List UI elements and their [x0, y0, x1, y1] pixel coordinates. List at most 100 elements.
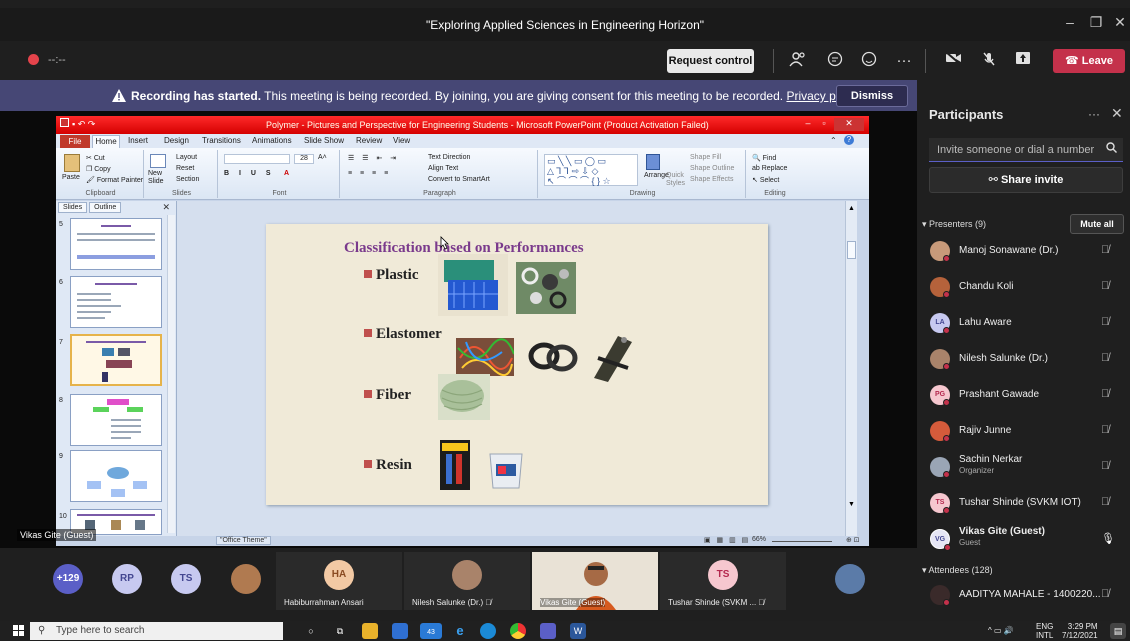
- avatar[interactable]: [835, 564, 865, 594]
- shapes-gallery[interactable]: ▭ ╲ ╲ ▭ ◯ ▭ △ ⅂ ⅂ ⇨ ⇩ ◇ ↖ ⌒ ⌒ ⌒ { } ☆: [544, 154, 638, 186]
- paste-icon[interactable]: [64, 154, 80, 172]
- quick-access-toolbar[interactable]: ▪ ↶ ↷: [60, 118, 95, 130]
- more-options-icon[interactable]: ···: [1088, 107, 1100, 121]
- scroll-thumb[interactable]: [847, 241, 856, 259]
- participant-row[interactable]: AADITYA MAHALE - 1400220... 🎙̸: [917, 578, 1130, 610]
- align-text-button[interactable]: Align Text: [428, 165, 458, 172]
- new-slide-icon[interactable]: [150, 154, 166, 168]
- participant-row[interactable]: Rajiv Junne 🎙̸: [917, 413, 1130, 449]
- participant-row[interactable]: LA Lahu Aware 🎙̸: [917, 305, 1130, 341]
- araldite-package-image[interactable]: [440, 440, 470, 490]
- plastic-parts-image[interactable]: [516, 262, 576, 314]
- font-name-field[interactable]: [224, 154, 290, 164]
- share-invite-button[interactable]: ⚯ Share invite: [929, 167, 1123, 193]
- quick-styles-button[interactable]: Quick Styles: [666, 172, 688, 188]
- file-explorer-icon[interactable]: [362, 623, 378, 639]
- camera-off-icon[interactable]: [943, 51, 965, 71]
- tab-home[interactable]: Home: [92, 135, 120, 148]
- cortana-icon[interactable]: ○: [303, 623, 319, 639]
- convert-smartart-button[interactable]: Convert to SmartArt: [428, 176, 490, 183]
- edge-legacy-icon[interactable]: e: [452, 623, 468, 639]
- fit-to-window-icon[interactable]: ⊕ ⊡: [846, 536, 860, 544]
- rubber-mount-image[interactable]: [588, 328, 638, 384]
- close-icon[interactable]: ✕: [1111, 105, 1123, 122]
- teams-icon[interactable]: [540, 623, 556, 639]
- tab-slide-show[interactable]: Slide Show: [304, 136, 344, 145]
- share-screen-icon[interactable]: [1012, 51, 1034, 71]
- font-size-field[interactable]: 28: [294, 154, 314, 164]
- scroll-down-icon[interactable]: ▼: [848, 501, 855, 508]
- avatar[interactable]: TS: [171, 564, 201, 594]
- invite-input[interactable]: Invite someone or dial a number: [929, 138, 1123, 162]
- slide-thumbnail[interactable]: [70, 218, 162, 270]
- dismiss-button[interactable]: Dismiss: [836, 85, 908, 107]
- rubber-bands-image[interactable]: [456, 338, 514, 376]
- save-icon[interactable]: ▪: [72, 119, 75, 129]
- section-button[interactable]: Section: [176, 176, 199, 183]
- maximize-button[interactable]: ❐: [1084, 14, 1108, 34]
- bullet-resin[interactable]: Resin: [364, 457, 412, 474]
- copy-button[interactable]: ❐ Copy: [86, 165, 111, 173]
- video-tile-active[interactable]: Vikas Gite (Guest): [532, 552, 658, 610]
- theme-name[interactable]: "Office Theme": [216, 536, 271, 545]
- find-button[interactable]: 🔍 Find: [752, 154, 776, 162]
- participant-row[interactable]: Nilesh Salunke (Dr.) 🎙̸: [917, 341, 1130, 377]
- edge-icon[interactable]: [480, 623, 496, 639]
- leave-button[interactable]: ☎ Leave: [1053, 49, 1125, 73]
- current-slide[interactable]: Classification based on Performances Pla…: [266, 224, 768, 505]
- close-panel-icon[interactable]: ✕: [162, 202, 170, 213]
- slide-thumbnail[interactable]: [70, 394, 162, 446]
- minimize-button[interactable]: –: [1058, 14, 1082, 34]
- align-buttons[interactable]: ≡ ≡ ≡ ≡: [348, 170, 391, 177]
- fiber-yarn-image[interactable]: [438, 374, 490, 420]
- participant-row[interactable]: Chandu Koli 🎙̸: [917, 269, 1130, 305]
- zoom-level[interactable]: 66%: [752, 536, 766, 543]
- notifications-icon[interactable]: ▤: [1110, 623, 1126, 639]
- presenters-section-header[interactable]: ▾ Presenters (9): [922, 219, 986, 230]
- grow-font-icon[interactable]: A˄: [318, 154, 327, 161]
- format-painter-button[interactable]: 🖌 Format Painter: [86, 176, 143, 184]
- slide-vertical-scrollbar[interactable]: ▲ ▼: [845, 201, 857, 536]
- video-tile[interactable]: HA Habiburrahman Ansari: [276, 552, 402, 610]
- more-options-icon[interactable]: ···: [893, 51, 915, 71]
- participant-row[interactable]: Sachin Nerkar Organizer 🎙̸: [917, 449, 1130, 485]
- ppt-maximize-icon[interactable]: ▫: [816, 118, 832, 131]
- slide-thumbnail[interactable]: [70, 276, 162, 328]
- video-tile[interactable]: Nilesh Salunke (Dr.) 🎙̸: [404, 552, 530, 610]
- slide-thumbnail-selected[interactable]: [70, 334, 162, 386]
- windows-start-icon[interactable]: [13, 625, 24, 639]
- bullet-fiber[interactable]: Fiber: [364, 387, 411, 404]
- plastic-baskets-image[interactable]: [438, 254, 508, 316]
- mail-icon[interactable]: 43: [420, 623, 442, 639]
- attendees-section-header[interactable]: ▾ Attendees (128): [922, 565, 993, 576]
- word-icon[interactable]: W: [570, 623, 586, 639]
- ppt-close-icon[interactable]: ✕: [834, 118, 864, 131]
- help-icon[interactable]: ?: [844, 135, 854, 145]
- paste-button[interactable]: Paste: [62, 174, 80, 181]
- system-tray-icons[interactable]: ^ ▭ 🔊: [988, 626, 1014, 635]
- resin-bucket-image[interactable]: [484, 446, 528, 492]
- slide-thumbnail[interactable]: [70, 450, 162, 502]
- bullet-elastomer[interactable]: Elastomer: [364, 326, 442, 343]
- avatar[interactable]: [231, 564, 261, 594]
- video-tile[interactable]: TS Tushar Shinde (SVKM ... 🎙̸: [660, 552, 786, 610]
- tab-insert[interactable]: Insert: [128, 136, 148, 145]
- arrange-icon[interactable]: [646, 154, 660, 170]
- tab-transitions[interactable]: Transitions: [202, 136, 241, 145]
- participant-row[interactable]: PG Prashant Gawade 🎙̸: [917, 377, 1130, 413]
- mute-all-button[interactable]: Mute all: [1070, 214, 1124, 234]
- participant-row[interactable]: VG Vikas Gite (Guest) Guest 🎙: [917, 521, 1130, 557]
- ribbon-collapse-icon[interactable]: ⌃: [830, 136, 837, 145]
- cut-button[interactable]: ✂ Cut: [86, 154, 105, 162]
- people-icon[interactable]: [787, 51, 809, 71]
- close-button[interactable]: ✕: [1108, 14, 1130, 34]
- avatar[interactable]: RP: [112, 564, 142, 594]
- tab-slides[interactable]: Slides: [58, 202, 88, 213]
- tab-design[interactable]: Design: [164, 136, 189, 145]
- text-direction-button[interactable]: Text Direction: [428, 154, 470, 161]
- store-icon[interactable]: [392, 623, 408, 639]
- view-buttons[interactable]: ▣ ▦ ▥ ▤: [704, 536, 750, 544]
- rubber-seals-image[interactable]: [528, 332, 578, 376]
- participant-row[interactable]: Manoj Sonawane (Dr.) 🎙̸: [917, 233, 1130, 269]
- chat-icon[interactable]: [824, 51, 846, 71]
